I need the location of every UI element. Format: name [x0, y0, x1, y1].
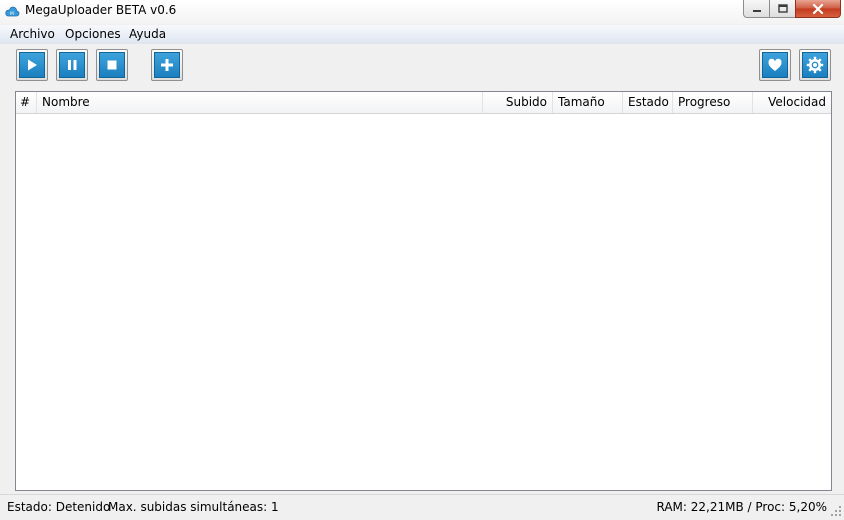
pause-button[interactable]	[56, 49, 88, 81]
minimize-icon	[752, 9, 761, 12]
play-icon	[28, 59, 37, 71]
stop-button[interactable]	[96, 49, 128, 81]
favorite-button[interactable]	[759, 49, 791, 81]
list-header: # Nombre Subido Tamaño Estado Progreso V…	[16, 92, 831, 114]
window-title: MegaUploader BETA v0.6	[25, 3, 177, 17]
settings-button[interactable]	[799, 49, 831, 81]
column-velocidad[interactable]: Velocidad	[753, 92, 831, 113]
column-progreso[interactable]: Progreso	[673, 92, 753, 113]
column-subido[interactable]: Subido	[483, 92, 553, 113]
column-nombre-label: Nombre	[42, 95, 90, 109]
column-tamano-label: Tamaño	[558, 95, 605, 109]
column-estado[interactable]: Estado	[623, 92, 673, 113]
stop-icon	[107, 60, 117, 70]
status-state: Estado: Detenido	[7, 500, 111, 514]
close-button[interactable]	[795, 0, 841, 18]
column-number[interactable]: #	[16, 92, 37, 113]
column-estado-label: Estado	[628, 95, 669, 109]
column-nombre[interactable]: Nombre	[37, 92, 483, 113]
pause-icon	[68, 60, 77, 70]
cloud-icon: M	[4, 4, 20, 20]
menu-archivo[interactable]: Archivo	[8, 27, 57, 41]
resize-grip-icon[interactable]	[830, 505, 842, 517]
status-bar: Estado: Detenido Max. subidas simultánea…	[0, 494, 844, 520]
maximize-icon	[777, 3, 788, 13]
column-number-label: #	[20, 95, 31, 109]
column-subido-label: Subido	[505, 95, 547, 109]
title-bar[interactable]: M MegaUploader BETA v0.6	[0, 0, 844, 24]
column-progreso-label: Progreso	[678, 95, 731, 109]
status-resources: RAM: 22,21MB / Proc: 5,20%	[656, 500, 828, 514]
maximize-button[interactable]	[769, 0, 796, 18]
plus-icon	[161, 59, 173, 71]
column-velocidad-label: Velocidad	[768, 95, 826, 109]
column-tamano[interactable]: Tamaño	[553, 92, 623, 113]
start-button[interactable]	[16, 49, 48, 81]
minimize-button[interactable]	[743, 0, 770, 18]
menu-opciones[interactable]: Opciones	[63, 27, 123, 41]
gear-icon	[806, 56, 824, 74]
menu-ayuda[interactable]: Ayuda	[127, 27, 168, 41]
close-icon	[812, 3, 824, 14]
svg-text:M: M	[10, 11, 14, 17]
status-max-uploads: Max. subidas simultáneas: 1	[108, 500, 279, 514]
toolbar	[0, 45, 844, 90]
add-file-button[interactable]	[151, 49, 183, 81]
heart-icon	[768, 58, 782, 71]
menu-bar: Archivo Opciones Ayuda	[0, 25, 844, 44]
upload-list[interactable]: # Nombre Subido Tamaño Estado Progreso V…	[15, 91, 832, 491]
